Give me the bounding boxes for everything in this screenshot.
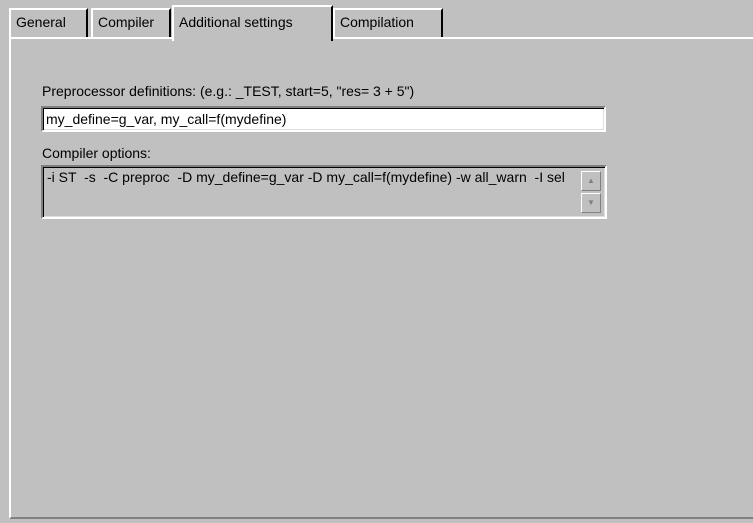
scroll-up-arrow-icon: ▲ [587,176,595,185]
compiler-options-box[interactable]: -i ST -s -C preproc -D my_define=g_var -… [41,165,607,219]
preprocessor-definitions-input[interactable] [46,109,601,129]
compiler-options-text: -i ST -s -C preproc -D my_define=g_var -… [47,169,565,185]
scroll-up-button[interactable]: ▲ [581,171,601,191]
preprocessor-definitions-field[interactable] [41,106,606,132]
compiler-options-label: Compiler options: [42,145,151,161]
scroll-down-arrow-icon: ▼ [587,198,595,207]
tab-compiler[interactable]: Compiler [91,8,171,38]
tab-general[interactable]: General [9,8,88,38]
tab-compilation[interactable]: Compilation [333,8,443,38]
preprocessor-definitions-label: Preprocessor definitions: (e.g.: _TEST, … [42,83,415,99]
scroll-down-button[interactable]: ▼ [581,193,601,213]
tab-additional-settings[interactable]: Additional settings [172,5,333,41]
